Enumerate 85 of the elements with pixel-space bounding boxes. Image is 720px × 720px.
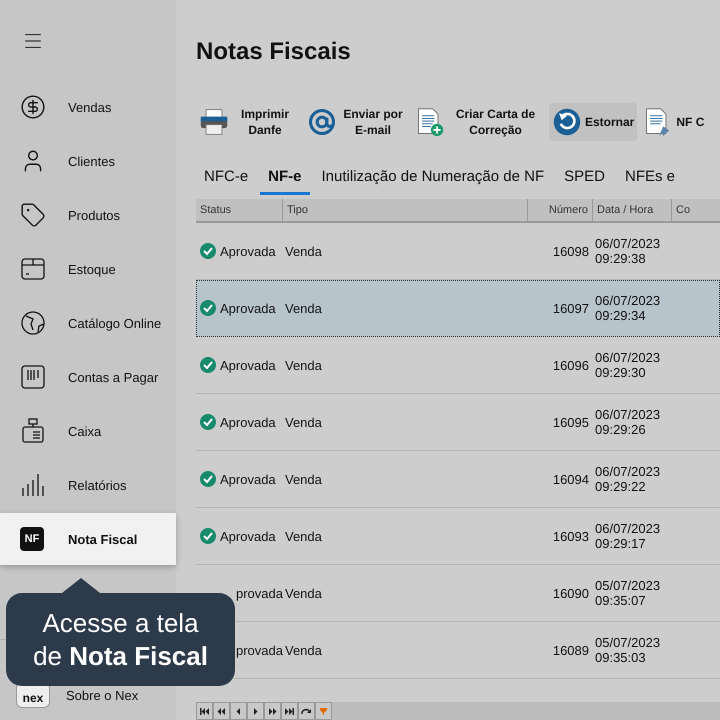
filter-icon bbox=[318, 706, 329, 716]
toolbar-button[interactable]: NF C bbox=[640, 103, 708, 141]
tooltip-pointer-icon bbox=[62, 578, 100, 593]
date-time-cell-text: 05/07/2023 09:35:07 bbox=[594, 578, 662, 608]
column-header[interactable]: Tipo bbox=[282, 199, 527, 221]
column-header[interactable]: Número bbox=[527, 199, 592, 221]
status-cell: Aprovada bbox=[220, 414, 276, 430]
date-time-cell-text: 06/07/2023 09:29:26 bbox=[594, 407, 662, 437]
tab[interactable]: NFEs e bbox=[617, 161, 684, 195]
toolbar-button[interactable]: Estornar bbox=[549, 103, 638, 141]
status-cell: Aprovada bbox=[220, 528, 276, 544]
type-cell-text: Venda bbox=[284, 414, 323, 430]
date-time-cell-text: 06/07/2023 09:29:38 bbox=[594, 236, 662, 266]
toolbar-button[interactable]: Imprimir Danfe bbox=[196, 103, 301, 141]
type-cell-text: Venda bbox=[284, 528, 323, 544]
navigator-button[interactable] bbox=[247, 702, 264, 720]
date-time-cell-text: 05/07/2023 09:35:03 bbox=[594, 635, 662, 665]
sidebar-item[interactable]: Vendas bbox=[0, 81, 176, 133]
status-cell: Aprovada bbox=[220, 244, 276, 258]
status-cell: Aprovada bbox=[220, 300, 276, 316]
toolbar-button[interactable]: Enviar por E-mail bbox=[304, 103, 409, 141]
status-cell: provada bbox=[236, 586, 283, 600]
column-header[interactable]: Co bbox=[671, 199, 720, 221]
type-cell-text: Venda bbox=[284, 472, 323, 486]
date-time-cell-text: 06/07/2023 09:29:34 bbox=[594, 293, 662, 323]
type-cell-text: Venda bbox=[284, 300, 323, 316]
navigator-button[interactable] bbox=[298, 702, 315, 720]
type-cell-text: Venda bbox=[284, 358, 323, 372]
status-cell: Aprovada bbox=[220, 472, 276, 486]
dollar-icon bbox=[20, 94, 46, 120]
type-cell-text: Venda bbox=[284, 244, 323, 258]
status-cell: provada bbox=[236, 642, 283, 658]
number-cell-text: 16093 bbox=[552, 528, 590, 544]
tab[interactable]: NFC-e bbox=[196, 161, 256, 195]
box-icon bbox=[20, 256, 46, 282]
number-cell-text: 16098 bbox=[552, 244, 590, 258]
type-cell-text: Venda bbox=[284, 642, 323, 658]
column-header[interactable]: Status bbox=[196, 199, 282, 221]
page-title: Notas Fiscais bbox=[196, 38, 352, 67]
column-header[interactable]: Data / Hora bbox=[592, 199, 671, 221]
first-page-icon bbox=[199, 706, 210, 716]
date-time-cell-text: 06/07/2023 09:29:17 bbox=[594, 521, 662, 551]
sidebar-item[interactable]: Relatórios bbox=[0, 459, 176, 511]
navigator-button[interactable] bbox=[281, 702, 298, 720]
barcode-icon bbox=[20, 364, 46, 390]
sidebar-item[interactable]: Caixa bbox=[0, 405, 176, 457]
tab[interactable]: SPED bbox=[556, 161, 613, 195]
nf-logo-icon: NF bbox=[20, 527, 44, 551]
document-plus-icon bbox=[415, 107, 445, 137]
tab[interactable]: NF-e bbox=[260, 161, 310, 195]
number-cell-text: 16095 bbox=[552, 414, 590, 430]
about-label: Sobre o Nex bbox=[66, 688, 138, 702]
navigator-button[interactable] bbox=[196, 702, 213, 720]
undo-icon bbox=[552, 107, 582, 137]
sidebar-item[interactable]: NF Nota Fiscal bbox=[0, 513, 176, 565]
refresh-icon bbox=[301, 706, 312, 716]
tab[interactable]: Inutilização de Numeração de NF bbox=[314, 161, 552, 195]
globe-icon bbox=[20, 310, 46, 336]
sidebar-item[interactable]: Clientes bbox=[0, 135, 176, 187]
date-time-cell-text: 06/07/2023 09:29:22 bbox=[594, 464, 662, 494]
last-page-icon bbox=[284, 706, 295, 716]
fast-forward-icon bbox=[267, 706, 278, 716]
number-cell-text: 16097 bbox=[552, 300, 590, 316]
navigator-button[interactable] bbox=[213, 702, 230, 720]
sidebar-item[interactable]: Produtos bbox=[0, 189, 176, 241]
cash-register-icon bbox=[20, 418, 46, 444]
date-time-cell-text: 06/07/2023 09:29:30 bbox=[594, 350, 662, 380]
number-cell-text: 16094 bbox=[552, 472, 590, 486]
number-cell-text: 16096 bbox=[552, 358, 590, 372]
printer-icon bbox=[199, 107, 229, 137]
rewind-icon bbox=[216, 706, 227, 716]
number-cell-text: 16090 bbox=[552, 586, 590, 600]
sidebar-item[interactable]: Estoque bbox=[0, 243, 176, 295]
at-icon bbox=[307, 107, 337, 137]
status-cell: Aprovada bbox=[220, 358, 276, 372]
tag-icon bbox=[20, 202, 46, 228]
toolbar-button[interactable]: Criar Carta de Correção bbox=[412, 103, 546, 141]
tooltip: Acesse a tela de Nota Fiscal bbox=[6, 593, 235, 686]
number-cell-text: 16089 bbox=[552, 642, 590, 658]
bar-chart-icon bbox=[20, 472, 46, 498]
navigator-button[interactable] bbox=[264, 702, 281, 720]
navigator-button[interactable] bbox=[230, 702, 247, 720]
sidebar-item[interactable]: Contas a Pagar bbox=[0, 351, 176, 403]
sidebar-item[interactable]: Catálogo Online bbox=[0, 297, 176, 349]
type-cell-text: Venda bbox=[284, 586, 323, 600]
